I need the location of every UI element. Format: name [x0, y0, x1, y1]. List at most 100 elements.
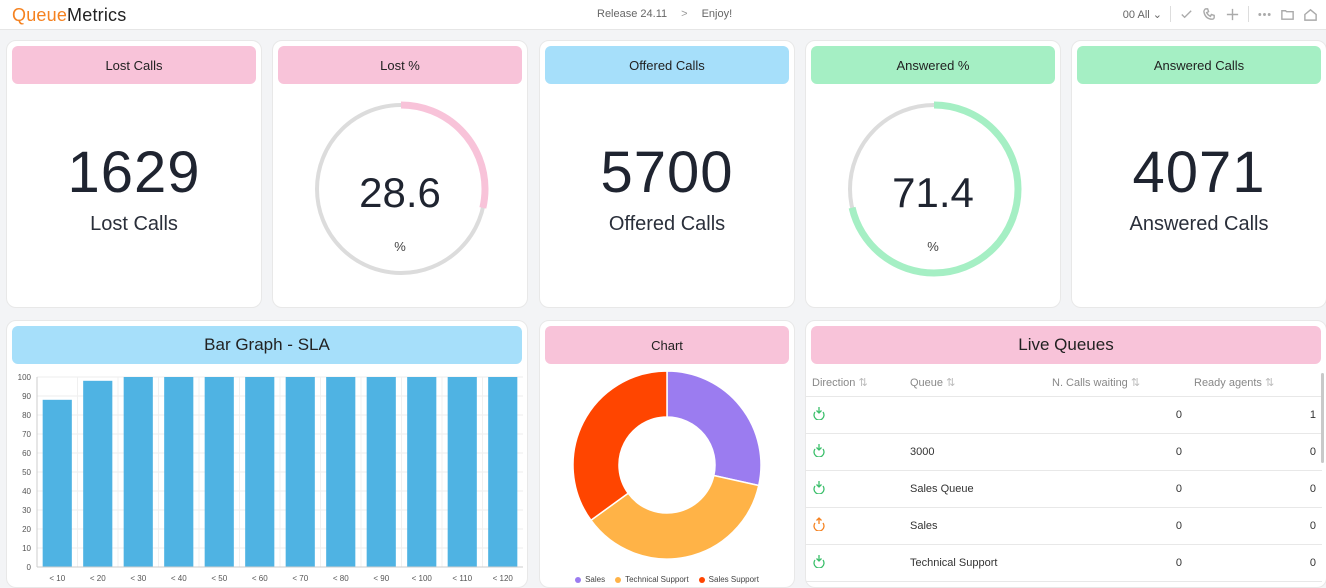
toolbar-divider [1170, 6, 1171, 22]
plus-icon[interactable] [1225, 7, 1240, 22]
bar[interactable] [164, 377, 194, 567]
ready-agents-cell: 0 [1188, 433, 1322, 471]
bar[interactable] [447, 377, 477, 567]
top-bar: QueueMetrics Release 24.11 > Enjoy! 00 A… [0, 0, 1326, 30]
lost-calls-value: 1629 [67, 140, 201, 205]
breadcrumb: Release 24.11 > Enjoy! [597, 8, 732, 20]
direction-cell [806, 396, 904, 434]
queue-cell: Technical Support [904, 544, 1046, 582]
queue-cell: Sales [904, 507, 1046, 545]
toolbar-divider [1248, 6, 1249, 22]
offered-calls-value: 5700 [600, 140, 734, 205]
legend-swatch [698, 576, 705, 583]
table-header-row: Direction ⇅ Queue ⇅ N. Calls waiting ⇅ R… [806, 369, 1322, 397]
table-row[interactable]: Technical Support 0 0 [806, 544, 1322, 582]
live-queues-header: Live Queues [811, 326, 1321, 364]
answered-calls-label: Answered Calls [1129, 213, 1269, 235]
lost-percent-card: Lost % 28.6 % [272, 40, 528, 308]
column-header-calls-waiting[interactable]: N. Calls waiting ⇅ [1046, 369, 1188, 397]
lost-calls-label: Lost Calls [90, 213, 178, 235]
y-tick-label: 30 [22, 506, 31, 515]
x-tick-label: < 30 [130, 574, 146, 583]
column-header-queue[interactable]: Queue ⇅ [904, 369, 1046, 397]
legend-item[interactable]: Sales [575, 575, 605, 584]
column-header-ready-agents[interactable]: Ready agents ⇅ [1188, 369, 1322, 397]
x-tick-label: < 50 [211, 574, 227, 583]
outbound-call-icon [813, 517, 825, 532]
lost-percent-header: Lost % [278, 46, 522, 84]
inbound-call-icon [813, 444, 825, 458]
table-row[interactable]: 3000 0 0 [806, 433, 1322, 471]
calls-waiting-cell: 0 [1046, 470, 1188, 508]
lost-percent-unit: % [394, 239, 406, 254]
direction-cell [806, 433, 904, 471]
bar[interactable] [488, 377, 518, 567]
y-tick-label: 80 [22, 411, 31, 420]
x-tick-label: < 40 [171, 574, 187, 583]
release-label: Release 24.11 [597, 8, 668, 20]
phone-icon[interactable] [1202, 7, 1217, 22]
bar[interactable] [123, 377, 153, 567]
bar[interactable] [204, 377, 234, 567]
check-icon[interactable] [1179, 7, 1194, 22]
ready-agents-cell: 1 [1188, 396, 1322, 434]
y-tick-label: 10 [22, 544, 31, 553]
bar-graph-header: Bar Graph - SLA [12, 326, 522, 364]
queue-filter-dropdown[interactable]: 00 All ⌄ [1123, 8, 1162, 21]
bar[interactable] [407, 377, 437, 567]
bar[interactable] [83, 380, 113, 567]
donut-slice[interactable] [666, 370, 762, 487]
answered-percent-header: Answered % [811, 46, 1055, 84]
donut-chart [572, 370, 762, 560]
more-icon[interactable] [1257, 7, 1272, 22]
answered-calls-header: Answered Calls [1077, 46, 1321, 84]
y-tick-label: 40 [22, 487, 31, 496]
column-header-direction[interactable]: Direction ⇅ [806, 369, 904, 397]
y-tick-label: 20 [22, 525, 31, 534]
bar[interactable] [366, 377, 396, 567]
bar[interactable] [42, 399, 72, 567]
queue-cell: 3000 [904, 433, 1046, 471]
calls-waiting-cell: 0 [1046, 433, 1188, 471]
table-row[interactable]: Sales 0 0 [806, 507, 1322, 545]
x-tick-label: < 100 [412, 574, 433, 583]
donut-chart-card: Chart Sales Technical Support Sales Suppor… [539, 320, 795, 588]
y-tick-label: 60 [22, 449, 31, 458]
offered-calls-label: Offered Calls [608, 213, 726, 235]
calls-waiting-cell: 0 [1046, 396, 1188, 434]
x-tick-label: < 120 [493, 574, 514, 583]
scrollbar[interactable] [1321, 373, 1324, 463]
answered-percent-unit: % [927, 239, 939, 254]
calls-waiting-cell: 0 [1046, 507, 1188, 545]
y-tick-label: 90 [22, 392, 31, 401]
x-tick-label: < 80 [333, 574, 349, 583]
home-icon[interactable] [1303, 7, 1318, 22]
lost-percent-value: 28.6 [359, 169, 441, 216]
live-queues-card: Live Queues Direction ⇅ Queue ⇅ N. Calls… [805, 320, 1326, 588]
bar[interactable] [326, 377, 356, 567]
answered-calls-card: Answered Calls 4071 Answered Calls [1071, 40, 1326, 308]
x-tick-label: < 60 [252, 574, 268, 583]
bar[interactable] [245, 377, 275, 567]
y-tick-label: 0 [27, 563, 32, 572]
offered-calls-header: Offered Calls [545, 46, 789, 84]
app-logo[interactable]: QueueMetrics [12, 5, 126, 26]
breadcrumb-separator: > [681, 8, 688, 20]
legend-label: Sales [585, 575, 606, 584]
queue-cell: Sales Queue [904, 470, 1046, 508]
x-tick-label: < 70 [292, 574, 308, 583]
inbound-call-icon [813, 555, 825, 569]
direction-cell [806, 507, 904, 545]
table-row[interactable]: 01 [806, 396, 1322, 434]
direction-cell [806, 544, 904, 582]
folder-icon[interactable] [1280, 7, 1295, 22]
bar[interactable] [285, 377, 315, 567]
legend-item[interactable]: Technical Support [615, 575, 689, 584]
calls-waiting-cell: 0 [1046, 544, 1188, 582]
table-row[interactable]: Sales Queue 0 0 [806, 470, 1322, 508]
lost-calls-header: Lost Calls [12, 46, 256, 84]
donut-slice[interactable] [572, 370, 668, 522]
bar-graph-card: Bar Graph - SLA 0 10 20 30 40 50 60 70 80 90 100 < … [6, 320, 528, 588]
ready-agents-cell: 0 [1188, 470, 1322, 508]
legend-item[interactable]: Sales Support [698, 575, 759, 584]
